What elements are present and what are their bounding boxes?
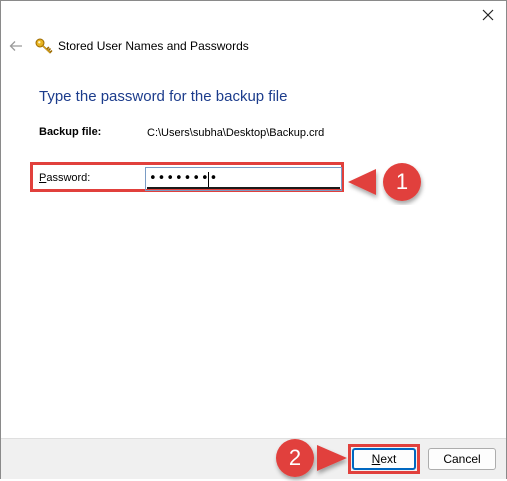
step-2-number: 2 — [288, 445, 302, 470]
step-1-number: 1 — [395, 169, 409, 194]
back-button[interactable] — [7, 37, 25, 55]
close-icon — [482, 9, 494, 21]
key-icon — [35, 38, 53, 54]
next-button[interactable]: Next — [352, 448, 416, 470]
cancel-button[interactable]: Cancel — [428, 448, 496, 470]
page-heading: Type the password for the backup file — [39, 88, 288, 105]
window-title: Stored User Names and Passwords — [58, 39, 249, 53]
back-arrow-icon — [9, 41, 22, 51]
backup-file-path: C:\Users\subha\Desktop\Backup.crd — [147, 127, 325, 139]
close-button[interactable] — [474, 3, 502, 27]
password-input[interactable] — [147, 169, 340, 189]
backup-file-label: Backup file: — [39, 126, 102, 138]
password-label: Password: — [39, 172, 91, 184]
dialog-window: Stored User Names and Passwords Type the… — [0, 0, 507, 479]
text-caret — [208, 172, 209, 187]
